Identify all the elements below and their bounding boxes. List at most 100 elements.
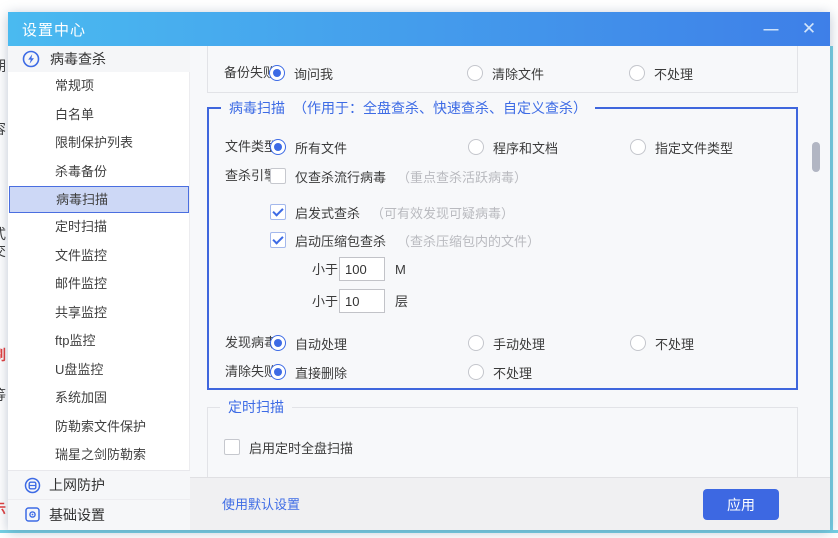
radio-option-ignore[interactable]: 不处理	[629, 59, 693, 87]
radio-label: 自动处理	[295, 336, 348, 352]
sidebar-item-virus-scan-selected[interactable]: 病毒扫描	[9, 186, 189, 213]
background-text-fragment: 式	[0, 225, 8, 243]
radio-label: 指定文件类型	[655, 140, 734, 156]
sidebar-section-basic-settings[interactable]: 基础设置	[8, 500, 190, 529]
checkbox-hint: （查杀压缩包内的文件）	[397, 233, 541, 249]
checkbox-label: 启动压缩包查杀	[295, 233, 387, 249]
sidebar-section-label: 基础设置	[49, 506, 105, 523]
group-title: 病毒扫描	[229, 100, 285, 116]
radio-option-delete-file[interactable]: 清除文件	[467, 59, 544, 87]
checkbox-enable-scheduled-full-scan[interactable]: 启用定时全盘扫描	[224, 433, 353, 461]
backup-fail-row: 备份失败： 询问我 清除文件 不处理	[208, 59, 797, 87]
radio-label: 直接删除	[295, 365, 348, 381]
radio-option-delete-directly[interactable]: 直接删除	[270, 358, 347, 386]
checkbox-heuristic-scan[interactable]: 启发式查杀 （可有效发现可疑病毒）	[270, 198, 514, 226]
size-limit-input[interactable]	[339, 257, 385, 281]
checkbox-popular-virus-only[interactable]: 仅查杀流行病毒 （重点查杀活跃病毒）	[270, 162, 527, 190]
radio-option-specified-types[interactable]: 指定文件类型	[630, 133, 733, 161]
background-text-fragment: 示	[0, 500, 8, 518]
group-subtitle: （作用于：全盘查杀、快速查杀、自定义查杀）	[293, 100, 587, 116]
scheduled-enable-row: 启用定时全盘扫描	[208, 433, 797, 461]
virus-scan-group: 病毒扫描 （作用于：全盘查杀、快速查杀、自定义查杀） 文件类型： 所有文件 程序和…	[207, 98, 798, 390]
on-found-row: 发现病毒： 自动处理 手动处理 不处理	[209, 329, 796, 357]
sidebar-item-ftp-monitor[interactable]: ftp监控	[8, 327, 190, 356]
scheduled-scan-group: 定时扫描 启用定时全盘扫描	[207, 397, 798, 477]
engine-row-heuristic: 启发式查杀 （可有效发现可疑病毒）	[209, 198, 796, 226]
scrollbar-thumb[interactable]	[812, 142, 820, 172]
radio-icon[interactable]	[467, 65, 483, 81]
checkbox-icon[interactable]	[224, 439, 240, 455]
radio-option-auto-handle[interactable]: 自动处理	[270, 329, 347, 357]
radio-label: 清除文件	[492, 66, 545, 82]
checkbox-archive-scan[interactable]: 启动压缩包查杀 （查杀压缩包内的文件）	[270, 226, 540, 254]
settings-content-panel: 备份失败： 询问我 清除文件 不处理 病毒扫描 （作用于：全盘查杀、快速查杀、自定…	[190, 46, 830, 477]
radio-icon[interactable]	[269, 65, 285, 81]
radio-option-no-handle[interactable]: 不处理	[468, 358, 532, 386]
sidebar-section-web-protection[interactable]: 上网防护	[8, 471, 190, 500]
close-button[interactable]: ✕	[792, 12, 826, 46]
use-default-settings-link[interactable]: 使用默认设置	[222, 478, 300, 531]
virus-scan-icon	[22, 50, 40, 68]
sidebar-item-whitelist[interactable]: 白名单	[8, 101, 190, 130]
radio-option-no-handle[interactable]: 不处理	[630, 329, 694, 357]
radio-icon[interactable]	[270, 364, 286, 380]
sidebar-item-mail-monitor[interactable]: 邮件监控	[8, 270, 190, 299]
archive-depth-limit-row: 小于 层	[209, 288, 796, 316]
apply-button[interactable]: 应用	[703, 489, 779, 520]
footer-bar: 使用默认设置 应用	[190, 477, 830, 530]
radio-option-programs-docs[interactable]: 程序和文档	[468, 133, 558, 161]
title-bar[interactable]: 设置中心 — ✕	[8, 12, 830, 46]
background-text-fragment: 期	[0, 57, 8, 75]
radio-option-ask-me[interactable]: 询问我	[269, 59, 333, 87]
sidebar-item-system-hardening[interactable]: 系统加固	[8, 384, 190, 413]
underlying-window-bottom-border	[0, 530, 838, 533]
scheduled-scan-legend: 定时扫描	[220, 397, 292, 417]
sidebar-section-label: 上网防护	[49, 477, 105, 493]
background-text-fragment: 容	[0, 120, 8, 138]
sidebar-section-label: 病毒查杀	[50, 51, 106, 67]
radio-icon[interactable]	[630, 139, 646, 155]
sidebar-item-rising-sword[interactable]: 瑞星之剑防勒索	[8, 441, 190, 470]
radio-label: 手动处理	[493, 336, 546, 352]
file-type-row: 文件类型： 所有文件 程序和文档 指定文件类型	[209, 133, 796, 161]
group-title: 定时扫描	[228, 399, 284, 415]
sidebar-item-usb-monitor[interactable]: U盘监控	[8, 356, 190, 385]
sidebar: 病毒查杀 常规项 白名单 限制保护列表 杀毒备份 病毒扫描 定时扫描 文件监控 …	[8, 46, 190, 530]
sidebar-item-scheduled-scan[interactable]: 定时扫描	[8, 213, 190, 242]
sidebar-item-file-monitor[interactable]: 文件监控	[8, 242, 190, 271]
clean-fail-row: 清除失败： 直接删除 不处理	[209, 358, 796, 386]
engine-row-popular-only: 查杀引擎： 仅查杀流行病毒 （重点查杀活跃病毒）	[209, 162, 796, 190]
radio-option-manual-handle[interactable]: 手动处理	[468, 329, 545, 357]
background-text-fragment: 等	[0, 386, 8, 404]
backup-fail-group: 备份失败： 询问我 清除文件 不处理	[207, 46, 798, 93]
checkbox-icon[interactable]	[270, 232, 286, 248]
sidebar-section-virus-scan[interactable]: 病毒查杀	[8, 46, 190, 72]
sidebar-item-share-monitor[interactable]: 共享监控	[8, 299, 190, 328]
radio-label: 询问我	[294, 66, 334, 82]
sidebar-item-restricted-protection[interactable]: 限制保护列表	[8, 129, 190, 158]
sidebar-item-general[interactable]: 常规项	[8, 72, 190, 101]
radio-icon[interactable]	[630, 335, 646, 351]
checkbox-hint: （重点查杀活跃病毒）	[397, 169, 528, 185]
radio-icon[interactable]	[270, 335, 286, 351]
radio-icon[interactable]	[468, 335, 484, 351]
virus-scan-group-legend: 病毒扫描 （作用于：全盘查杀、快速查杀、自定义查杀）	[221, 98, 595, 118]
minimize-button[interactable]: —	[754, 12, 788, 46]
radio-icon[interactable]	[270, 139, 286, 155]
size-limit-unit: M	[395, 262, 406, 277]
radio-option-all-files[interactable]: 所有文件	[270, 133, 347, 161]
radio-icon[interactable]	[468, 139, 484, 155]
depth-limit-input[interactable]	[339, 289, 385, 313]
radio-label: 不处理	[655, 336, 695, 352]
checkbox-icon[interactable]	[270, 204, 286, 220]
web-protection-icon	[24, 477, 41, 494]
sidebar-item-list: 常规项 白名单 限制保护列表 杀毒备份 病毒扫描 定时扫描 文件监控 邮件监控 …	[8, 72, 190, 470]
sidebar-bottom-sections: 上网防护 基础设置	[8, 470, 190, 530]
radio-icon[interactable]	[629, 65, 645, 81]
sidebar-item-av-backup[interactable]: 杀毒备份	[8, 158, 190, 187]
background-text-fragment: 刷	[0, 346, 8, 364]
checkbox-icon[interactable]	[270, 168, 286, 184]
radio-label: 不处理	[493, 365, 533, 381]
sidebar-item-antiransom-file-protect[interactable]: 防勒索文件保护	[8, 413, 190, 442]
radio-icon[interactable]	[468, 364, 484, 380]
